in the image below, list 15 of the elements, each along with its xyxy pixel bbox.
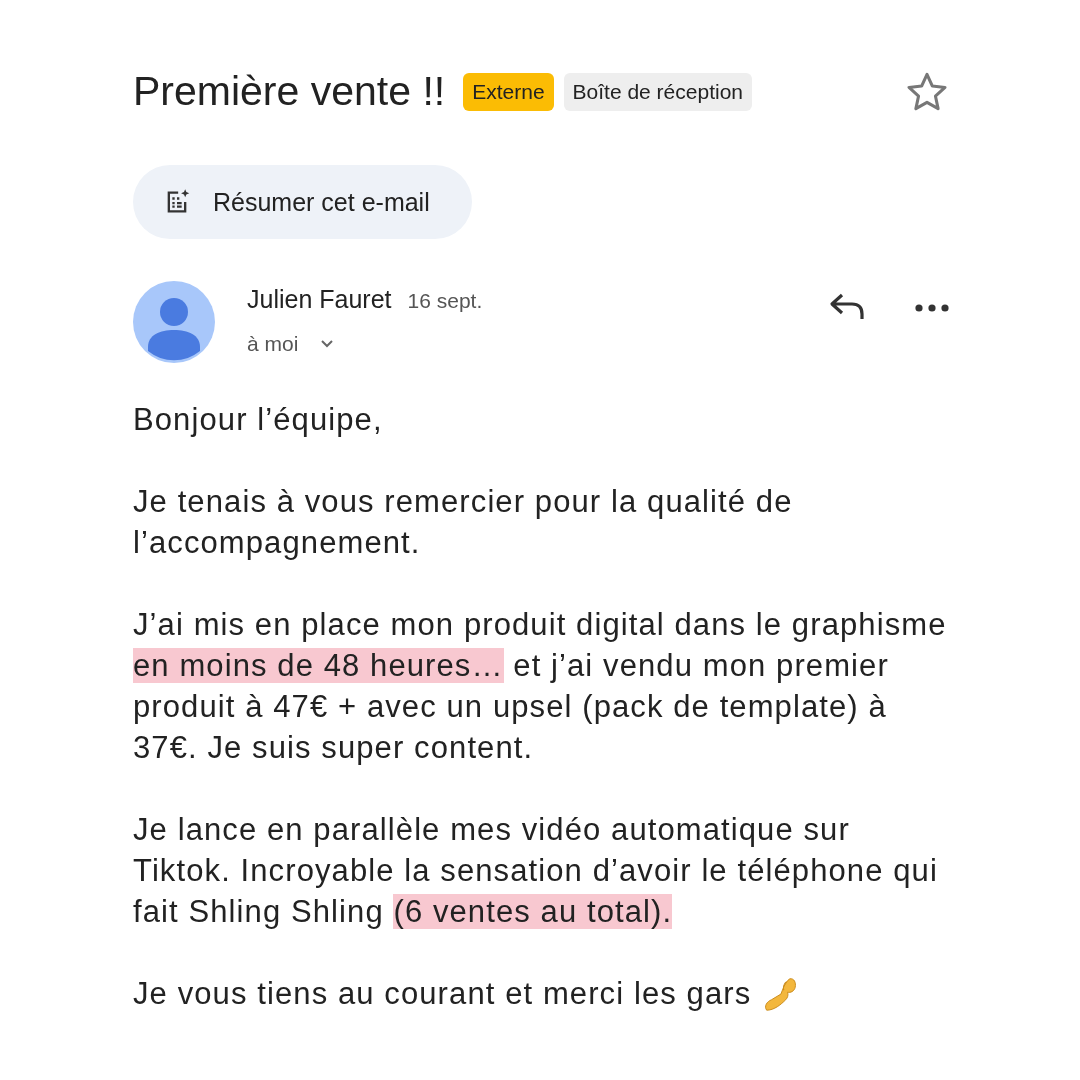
recipient-text: à moi bbox=[247, 332, 299, 356]
label-tag[interactable]: Externe bbox=[463, 72, 554, 111]
email-subject: Première vente !! bbox=[133, 68, 446, 115]
summarize-button[interactable]: Résumer cet e-mail bbox=[133, 165, 472, 239]
more-icon[interactable] bbox=[914, 303, 950, 313]
body-paragraph: Je tenais à vous remercier pour la qualité de l’accompagnement. bbox=[133, 483, 794, 562]
body-paragraph: Je vous tiens au courant et merci les gars bbox=[133, 975, 752, 1013]
body-paragraph: J’ai mis en place mon produit digital dans le graphisme en moins de 48 heures… et j’ai vendu mon premier produit à 47€ + avec un upsel (pack de template) à 37€. Je suis super content. bbox=[133, 606, 948, 767]
label-tag[interactable]: Boîte de réception bbox=[563, 72, 752, 111]
avatar-icon bbox=[133, 281, 215, 363]
body-paragraph: Bonjour l’équipe, bbox=[133, 401, 383, 439]
sender-name: Julien Fauret bbox=[247, 285, 392, 314]
email-date: 16 sept. bbox=[407, 289, 483, 313]
body-paragraph: Je lance en parallèle mes vidéo automatique sur Tiktok. Incroyable la sensation d’avoir le téléphone qui fait Shling Shling (6 ventes au total). bbox=[133, 811, 939, 931]
chevron-down-icon[interactable] bbox=[320, 339, 335, 349]
